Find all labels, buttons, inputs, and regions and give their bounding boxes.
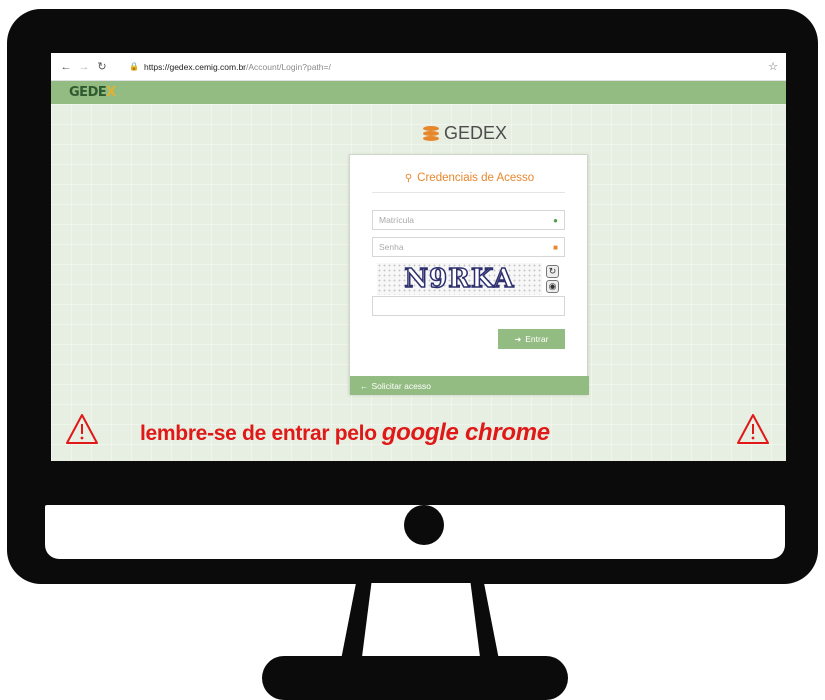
login-card: ⚲ Credenciais de Acesso Matrícula ● Senha… — [349, 154, 589, 395]
refresh-captcha-icon[interactable]: ↻ — [546, 265, 559, 278]
submit-label: Entrar — [525, 334, 549, 344]
card-heading: ⚲ Credenciais de Acesso — [350, 172, 589, 184]
user-icon: ● — [553, 215, 558, 225]
warning-text-emphasis: google chrome — [381, 419, 550, 446]
key-icon: ⚲ — [404, 173, 413, 184]
audio-captcha-icon[interactable]: ◉ — [546, 280, 559, 293]
arrow-left-icon: ← — [360, 380, 369, 391]
page-title: GEDEX — [423, 123, 507, 144]
lock-icon: 🔒 — [129, 62, 139, 71]
url-path: /Account/Login?path=/ — [246, 61, 331, 72]
password-field[interactable]: Senha ■ — [372, 237, 565, 257]
warning-text-main: lembre-se de entrar pelo — [140, 422, 377, 445]
browser-toolbar: ← → ↻ 🔒 https://gedex.cemig.com.br/Accou… — [51, 53, 786, 81]
username-field[interactable]: Matrícula ● — [372, 210, 565, 230]
warning-icon — [737, 414, 769, 444]
captcha-image: N9RKA — [377, 263, 542, 295]
address-bar[interactable]: 🔒 https://gedex.cemig.com.br/Account/Log… — [121, 57, 768, 77]
warning-text: lembre-se de entrar pelo google chrome — [140, 419, 550, 447]
request-access-link[interactable]: ← Solicitar acesso — [350, 376, 589, 395]
monitor-stand-base — [262, 656, 568, 700]
gedex-logo[interactable]: GEDEX — [69, 85, 116, 100]
sign-in-icon: ➜ — [514, 334, 522, 344]
warning-icon — [66, 414, 98, 444]
logo-part-x: X — [106, 85, 116, 100]
logo-part-de: DE — [87, 85, 107, 100]
divider — [372, 192, 565, 193]
password-placeholder: Senha — [379, 242, 404, 252]
monitor-screen: ← → ↻ 🔒 https://gedex.cemig.com.br/Accou… — [51, 53, 786, 461]
card-heading-text: Credenciais de Acesso — [417, 172, 535, 184]
back-icon[interactable]: ← — [59, 61, 73, 73]
lock-icon: ■ — [553, 242, 558, 252]
submit-button[interactable]: ➜ Entrar — [498, 329, 565, 349]
power-button — [404, 505, 444, 545]
warning-banner: lembre-se de entrar pelo google chrome — [51, 413, 786, 453]
database-icon — [423, 125, 439, 142]
app-header: GEDEX — [51, 81, 786, 104]
url-host: https://gedex.cemig.com.br — [143, 61, 247, 72]
page-title-text: GEDEX — [444, 123, 508, 143]
bookmark-star-icon[interactable]: ☆ — [768, 60, 778, 73]
monitor-frame: ← → ↻ 🔒 https://gedex.cemig.com.br/Accou… — [7, 9, 818, 584]
reload-icon[interactable]: ↻ — [95, 60, 109, 73]
monitor-stand-neck-inner — [362, 583, 480, 657]
captcha-text: N9RKA — [404, 263, 515, 295]
captcha-input[interactable] — [372, 296, 565, 316]
logo-part-ge: GE — [69, 85, 88, 100]
username-placeholder: Matrícula — [379, 215, 414, 225]
request-access-label: Solicitar acesso — [371, 380, 432, 391]
forward-icon[interactable]: → — [77, 61, 91, 73]
